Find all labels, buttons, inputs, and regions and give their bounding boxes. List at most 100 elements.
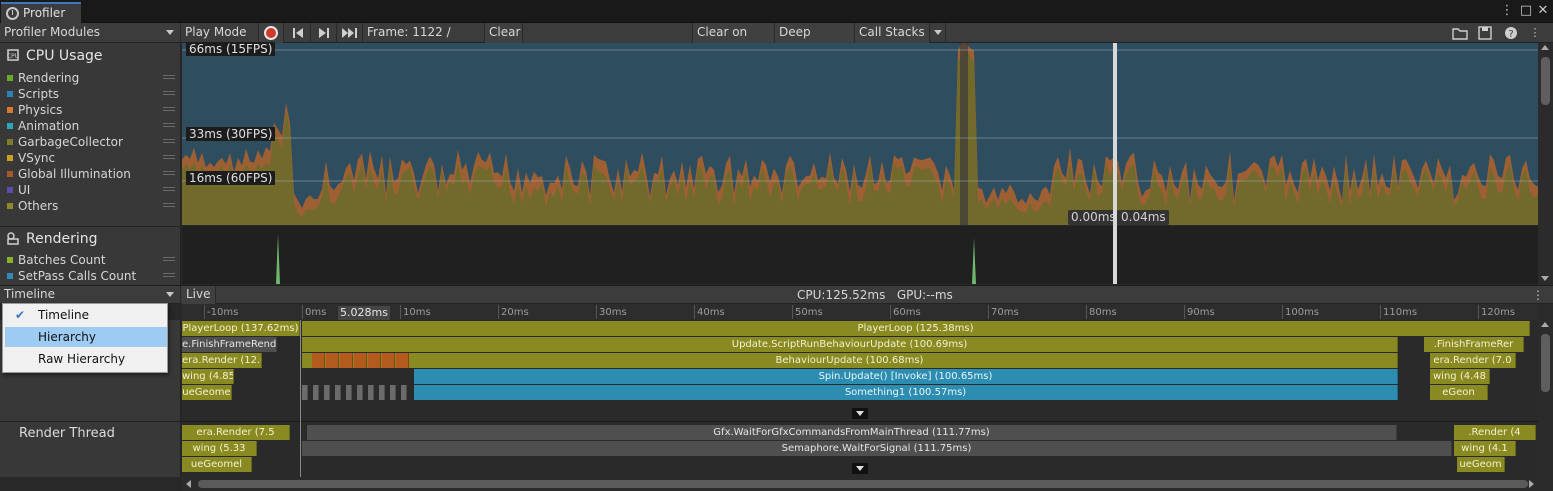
timeline-sample-bar[interactable]: era.Render (7.0 <box>1430 353 1516 368</box>
first-frame-button[interactable] <box>285 23 311 43</box>
cpu-legend-item[interactable]: Scripts <box>7 86 177 102</box>
timeline-sample-bar[interactable]: era.Render (7.5 <box>182 425 290 440</box>
timeline-sample-bar[interactable]: BehaviourUpdate (100.68ms) <box>302 353 1398 368</box>
timeline-sample-bar[interactable]: Spin.Update() [Invoke] (100.65ms) <box>414 369 1398 384</box>
drag-handle-icon[interactable] <box>163 257 175 261</box>
cpu-legend-item[interactable]: GarbageCollector <box>7 134 177 150</box>
drag-handle-icon[interactable] <box>163 203 175 207</box>
modules-scrollbar[interactable] <box>1538 43 1553 285</box>
timeline-sample-bar[interactable]: wing (4.1 <box>1454 441 1516 456</box>
drag-handle-icon[interactable] <box>163 107 175 111</box>
more-options-icon[interactable]: ⋮ <box>1500 4 1514 18</box>
drag-handle-icon[interactable] <box>163 75 175 79</box>
call-stacks-toggle[interactable]: Call Stacks <box>855 23 930 43</box>
timeline-sample-bar[interactable]: eGeon <box>1430 385 1488 400</box>
drag-handle-icon[interactable] <box>163 123 175 127</box>
details-more-icon[interactable]: ⋮ <box>1532 287 1544 303</box>
cpu-legend-item[interactable]: Global Illumination <box>7 166 177 182</box>
timeline-sample-bar[interactable]: Update.ScriptRunBehaviourUpdate (100.69m… <box>302 337 1398 352</box>
expand-thread-icon[interactable] <box>852 463 868 474</box>
cpu-legend-item[interactable]: VSync <box>7 150 177 166</box>
rendering-chart[interactable] <box>182 226 1538 284</box>
timeline-hscrollbar[interactable] <box>182 477 1538 491</box>
timeline-sample-bar[interactable]: .FinishFrameRer <box>1424 337 1524 352</box>
cpu-legend-item[interactable]: Animation <box>7 118 177 134</box>
record-button[interactable] <box>259 23 284 43</box>
view-mode-dropdown[interactable]: Timeline <box>0 286 181 304</box>
deep-profile-toggle[interactable]: Deep Profile <box>775 23 855 58</box>
timeline-sample-bar[interactable] <box>340 353 353 368</box>
close-icon[interactable]: ✕ <box>1536 4 1550 18</box>
timeline-sample-bar[interactable] <box>313 385 319 400</box>
timeline-sample-bar[interactable] <box>401 385 407 400</box>
rendering-module-title[interactable]: Rendering <box>6 231 98 247</box>
menu-item-timeline[interactable]: ✔ Timeline <box>5 305 167 325</box>
cpu-usage-chart[interactable] <box>182 43 1538 225</box>
timeline-sample-bar[interactable] <box>390 385 396 400</box>
menu-item-raw-hierarchy[interactable]: Raw Hierarchy <box>5 349 167 369</box>
frame-selection-line[interactable] <box>1113 43 1117 284</box>
timeline-sample-bar[interactable] <box>357 385 363 400</box>
timeline-sample-bar[interactable]: .Render (4 <box>1454 425 1536 440</box>
timeline-sample-bar[interactable]: Gfx.WaitForGfxCommandsFromMainThread (11… <box>307 425 1397 440</box>
maximize-icon[interactable]: □ <box>1519 4 1533 18</box>
current-frame-button[interactable] <box>337 23 363 43</box>
timeline-sample-bar[interactable]: ueGeome <box>182 385 232 400</box>
drag-handle-icon[interactable] <box>163 187 175 191</box>
timeline-sample-bar[interactable]: Semaphore.WaitForSignal (111.75ms) <box>302 441 1452 456</box>
play-mode-dropdown[interactable]: Play Mode <box>181 23 259 54</box>
timeline-sample-bar[interactable] <box>354 353 367 368</box>
cpu-legend-item[interactable]: UI <box>7 182 177 198</box>
timeline-sample-bar[interactable] <box>346 385 352 400</box>
timeline-sample-bar[interactable]: Something1 (100.57ms) <box>414 385 1398 400</box>
clear-button[interactable]: Clear <box>485 23 523 43</box>
rendering-legend-item[interactable]: SetPass Calls Count <box>7 268 177 284</box>
drag-handle-icon[interactable] <box>163 139 175 143</box>
timeline-sample-bar[interactable]: wing (5.33 <box>182 441 257 456</box>
timeline-sample-bar[interactable]: era.Render (12.0 <box>182 353 262 368</box>
render-thread-label[interactable]: Render Thread <box>19 426 115 441</box>
timeline-sample-bar[interactable]: wing (4.48 <box>1430 369 1490 384</box>
drag-handle-icon[interactable] <box>163 171 175 175</box>
timeline-sample-bar[interactable] <box>368 353 381 368</box>
next-frame-button[interactable] <box>311 23 337 43</box>
help-icon[interactable]: ? <box>1503 25 1519 41</box>
timeline-sample-bar[interactable] <box>379 385 385 400</box>
timeline-sample-bar[interactable] <box>326 353 339 368</box>
save-icon[interactable] <box>1477 25 1493 41</box>
live-toggle[interactable]: Live <box>182 286 216 304</box>
cpu-legend-item[interactable]: Physics <box>7 102 177 118</box>
clear-on-play-toggle[interactable]: Clear on Play <box>693 23 775 58</box>
rendering-legend-item[interactable]: Batches Count <box>7 252 177 268</box>
tab-profiler[interactable]: Profiler <box>1 2 81 23</box>
toolbar-more-icon[interactable]: ⋮ <box>1527 25 1543 41</box>
timeline-sample-bar[interactable]: wing (4.85 <box>182 369 234 384</box>
cpu-module-title[interactable]: CPU CPU Usage <box>6 48 103 64</box>
timeline-view[interactable]: PlayerLoop (137.62ms) PlayerLoop (125.38m… <box>182 320 1538 477</box>
timeline-sample-bar[interactable] <box>312 353 325 368</box>
timeline-sample-bar[interactable] <box>335 385 341 400</box>
timeline-sample-bar[interactable] <box>368 385 374 400</box>
menu-item-hierarchy[interactable]: Hierarchy <box>5 327 167 347</box>
drag-handle-icon[interactable] <box>163 91 175 95</box>
timeline-sample-bar[interactable]: ueGeomel <box>182 457 252 472</box>
legend-swatch <box>7 91 13 97</box>
timeline-sample-bar[interactable]: PlayerLoop (137.62ms) <box>182 321 300 336</box>
timeline-sample-bar[interactable] <box>396 353 409 368</box>
cpu-legend-item[interactable]: Rendering <box>7 70 177 86</box>
timeline-sample-bar[interactable] <box>302 385 308 400</box>
timeline-ruler[interactable]: -10ms 0ms 10ms 20ms 30ms 40ms 50ms 60ms 70ms 80ms… <box>182 304 1538 320</box>
timeline-sample-bar[interactable]: ueGeom <box>1457 457 1505 472</box>
profiler-modules-dropdown[interactable]: Profiler Modules <box>0 23 181 43</box>
cpu-legend-item[interactable]: Others <box>7 198 177 214</box>
timeline-sample-bar[interactable] <box>324 385 330 400</box>
call-stacks-dropdown[interactable] <box>930 23 946 43</box>
drag-handle-icon[interactable] <box>163 155 175 159</box>
load-folder-icon[interactable] <box>1452 25 1468 41</box>
drag-handle-icon[interactable] <box>163 273 175 277</box>
timeline-sample-bar[interactable]: PlayerLoop (125.38ms) <box>302 321 1530 336</box>
expand-thread-icon[interactable] <box>852 408 868 419</box>
timeline-vscrollbar[interactable] <box>1538 304 1553 491</box>
timeline-sample-bar[interactable]: e.FinishFrameRende <box>182 337 277 352</box>
timeline-sample-bar[interactable] <box>382 353 395 368</box>
